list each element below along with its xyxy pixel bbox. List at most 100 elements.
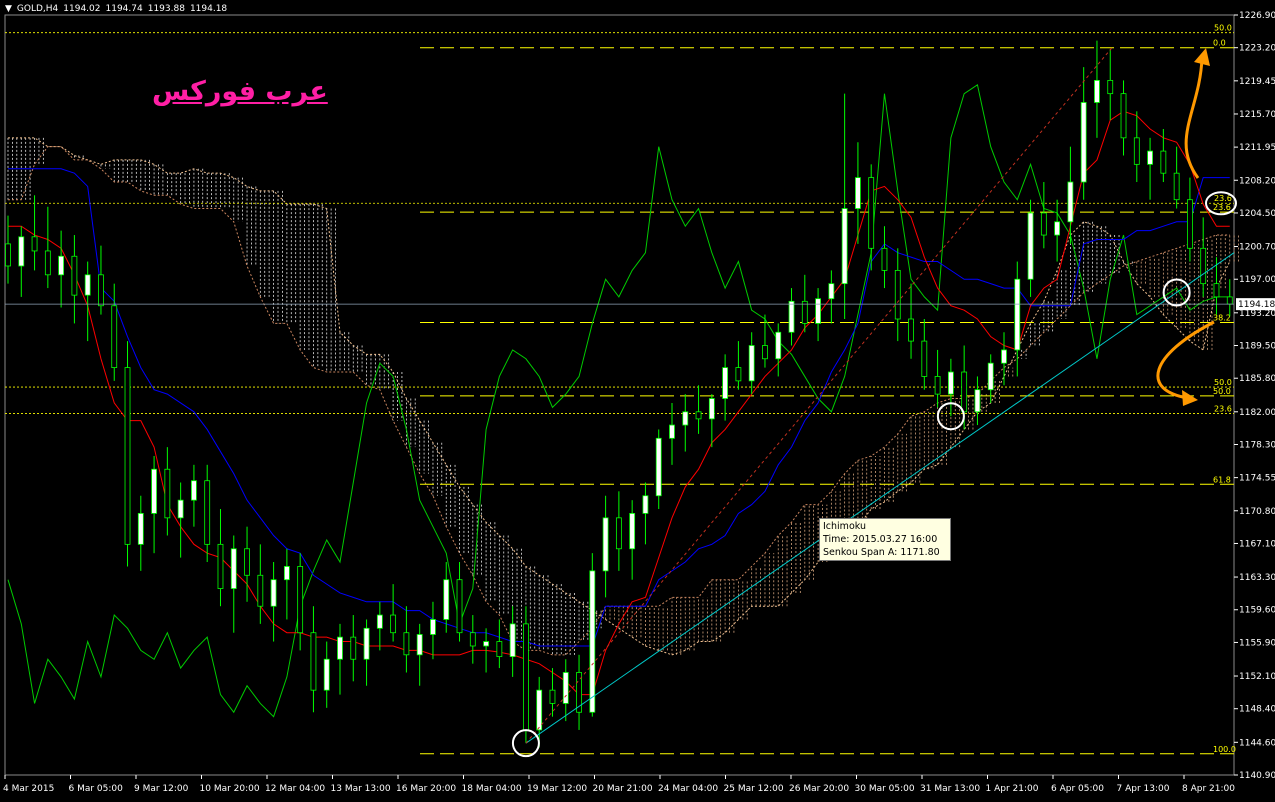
- candle-body: [1094, 79, 1100, 103]
- candle-body: [71, 255, 78, 296]
- y-tick-label: 1174.55: [1239, 474, 1275, 484]
- candle-body: [1226, 296, 1233, 305]
- x-tick-label: 19 Mar 12:00: [527, 784, 587, 794]
- y-tick-label: 1144.60: [1239, 738, 1275, 748]
- symbol-header: ▼ GOLD,H4 1194.02 1194.74 1193.88 1194.18: [5, 4, 232, 14]
- x-tick-label: 12 Mar 04:00: [265, 784, 325, 794]
- candle-body: [1054, 221, 1061, 236]
- candle-body: [456, 579, 463, 634]
- candle-body: [549, 689, 556, 704]
- candle-body: [403, 632, 410, 656]
- candle-body: [536, 689, 543, 731]
- candle-body: [748, 345, 755, 382]
- candle-body: [58, 255, 65, 276]
- x-tick-label: 16 Mar 20:00: [396, 784, 456, 794]
- y-tick-label: 1167.10: [1239, 539, 1275, 549]
- candle-body: [230, 548, 237, 589]
- tooltip-indicator: Ichimoku: [823, 521, 866, 532]
- candle-body: [376, 614, 383, 629]
- candle-body: [961, 371, 968, 413]
- candle-body: [655, 437, 662, 497]
- candle-body: [735, 367, 742, 382]
- candle-body: [1187, 199, 1193, 249]
- candle-body: [1147, 150, 1153, 165]
- candle-body: [775, 331, 782, 360]
- candle-body: [164, 468, 171, 519]
- y-tick-label: 1163.30: [1239, 573, 1275, 583]
- price-chart[interactable]: 1226.90 1223.20 1219.45 1215.70 1211.95 1208.…: [0, 0, 1275, 798]
- x-tick-label: 7 Apr 13:00: [1117, 784, 1170, 794]
- kijun-sen-line: [8, 168, 1230, 647]
- plot-border: [4, 14, 1235, 776]
- candle-body: [390, 614, 397, 634]
- y-tick-label: 1193.20: [1239, 309, 1275, 319]
- candle-body: [562, 672, 569, 704]
- x-tick-label: 10 Mar 20:00: [200, 784, 260, 794]
- candle-body: [177, 499, 184, 519]
- x-tick-label: 4 Mar 2015: [3, 784, 54, 794]
- candle-body: [84, 274, 91, 296]
- x-tick-label: 20 Mar 21:00: [593, 784, 653, 794]
- fib-level-label: 38.2: [1213, 314, 1231, 323]
- candle-body: [191, 480, 197, 501]
- candle-body: [934, 376, 941, 395]
- candle-body: [323, 658, 330, 691]
- candle-body: [762, 345, 768, 360]
- y-tick-label: 1219.45: [1239, 77, 1275, 87]
- candle-body: [894, 269, 901, 320]
- candle-body: [615, 517, 622, 550]
- candle-body: [682, 411, 689, 426]
- dropdown-triangle-icon[interactable]: ▼: [5, 4, 12, 14]
- x-tick-label: 25 Mar 12:00: [724, 784, 784, 794]
- fib-right-label: 50.0: [1214, 24, 1232, 33]
- candle-body: [947, 371, 954, 395]
- y-tick-label: 1197.00: [1239, 275, 1275, 285]
- candle-body: [469, 632, 476, 647]
- tooltip-time: Time: 2015.03.27 16:00: [823, 534, 938, 545]
- up-arrow-curve: [1184, 57, 1204, 179]
- x-tick-label: 8 Apr 21:00: [1182, 784, 1235, 794]
- candle-body: [523, 623, 529, 731]
- fib-right-label: 23.6: [1214, 405, 1232, 414]
- candle-body: [1133, 137, 1140, 165]
- candle-body: [722, 367, 729, 399]
- fib-level-label: 100.0: [1213, 745, 1236, 754]
- x-tick-label: 26 Mar 20:00: [789, 784, 849, 794]
- candle-body: [283, 566, 290, 581]
- candle-body: [310, 632, 317, 691]
- y-tick-label: 1211.95: [1239, 143, 1275, 153]
- candle-body: [350, 636, 357, 660]
- candle-body: [496, 641, 503, 657]
- chart-area[interactable]: 1226.90 1223.20 1219.45 1215.70 1211.95 1208.…: [0, 0, 1275, 798]
- candle-body: [5, 243, 11, 267]
- y-tick-label: 1170.80: [1239, 507, 1275, 517]
- open-value: 1194.02: [63, 4, 101, 14]
- candle-body: [815, 298, 821, 324]
- candle-body: [430, 619, 436, 635]
- y-tick-label: 1152.10: [1239, 672, 1275, 682]
- y-tick-label: 1204.50: [1239, 209, 1275, 219]
- candle-body: [788, 300, 795, 333]
- candle-body: [18, 236, 25, 267]
- y-tick-label: 1189.50: [1239, 342, 1275, 352]
- candle-body: [483, 641, 489, 647]
- high-value: 1194.74: [105, 4, 143, 14]
- x-tick-label: 30 Mar 05:00: [855, 784, 915, 794]
- down-arrow-curve: [1156, 320, 1215, 400]
- candle-body: [244, 548, 250, 576]
- chikou-span-line: [7, 83, 1230, 718]
- fib-right-label: 50.0: [1214, 378, 1232, 387]
- candle-body: [695, 411, 702, 420]
- candle-body: [974, 389, 981, 413]
- fib-level-label: 0.0: [1213, 39, 1226, 48]
- y-tick-label: 1185.80: [1239, 374, 1275, 384]
- ichimoku-tooltip: Ichimoku Time: 2015.03.27 16:00 Senkou S…: [819, 518, 951, 561]
- candle-body: [416, 634, 423, 656]
- candle-body: [124, 367, 131, 545]
- candle-body: [881, 247, 888, 271]
- x-tick-label: 31 Mar 13:00: [920, 784, 980, 794]
- candle-body: [1213, 283, 1220, 298]
- candle-body: [828, 283, 835, 300]
- candle-body: [270, 579, 277, 607]
- candle-body: [1040, 212, 1047, 236]
